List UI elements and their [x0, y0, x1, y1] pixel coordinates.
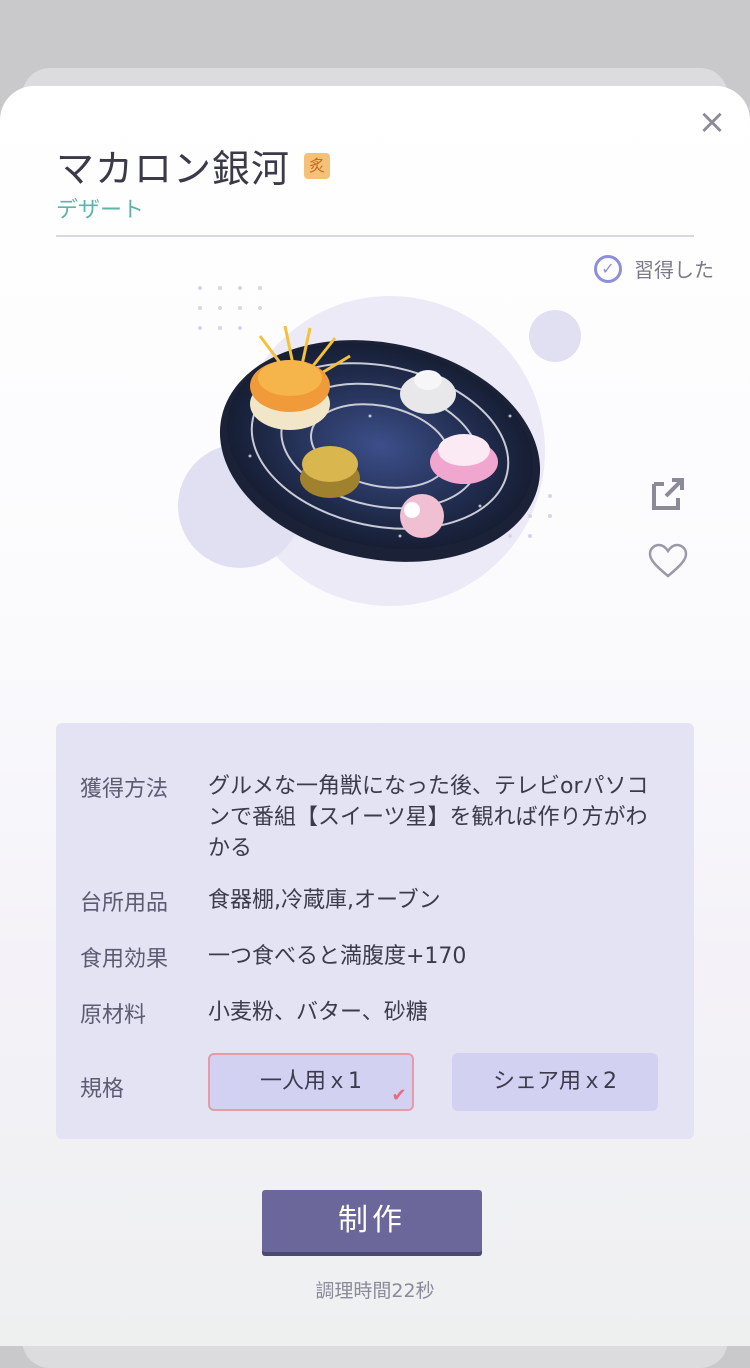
recipe-category: デザート: [56, 198, 145, 223]
title-row: マカロン銀河 炙: [56, 138, 331, 193]
info-row-acquisition: 獲得方法 グルメな一角獣になった後、テレビorパソコンで番組【スイーツ星】を観れ…: [80, 771, 668, 864]
spec-option-label: シェア用ｘ2: [493, 1069, 617, 1094]
info-label: 原材料: [80, 1003, 147, 1028]
info-value: グルメな一角獣になった後、テレビorパソコンで番組【スイーツ星】を観れば作り方が…: [208, 774, 649, 861]
info-row-kitchenware: 台所用品 食器棚,冷蔵庫,オーブン: [80, 885, 668, 917]
spec-option-share[interactable]: シェア用ｘ2: [452, 1053, 658, 1111]
close-icon[interactable]: ×: [696, 105, 728, 139]
info-label: 獲得方法: [80, 777, 169, 802]
recipe-detail-sheet: × マカロン銀河 炙 デザート ✓ 習得した 獲得方法 グルメな一角獣になった後…: [0, 86, 750, 1346]
learned-status: ✓ 習得した: [594, 254, 714, 283]
share-icon[interactable]: [648, 474, 688, 514]
info-label: 台所用品: [80, 891, 169, 916]
info-label: 食用効果: [80, 947, 169, 972]
info-value: 食器棚,冷蔵庫,オーブン: [208, 888, 441, 913]
info-row-ingredients: 原材料 小麦粉、バター、砂糖: [80, 997, 668, 1029]
learned-label: 習得した: [634, 258, 714, 282]
cooking-method-badge: 炙: [304, 152, 331, 179]
info-value: 一つ食べると満腹度+170: [208, 944, 467, 969]
recipe-title: マカロン銀河: [56, 147, 291, 191]
dish-illustration: [178, 286, 581, 606]
divider: [56, 235, 694, 237]
checkmark-icon: ✔: [391, 1085, 407, 1106]
cooking-time: 調理時間22秒: [315, 1280, 435, 1302]
spec-option-single[interactable]: 一人用ｘ1 ✔: [208, 1053, 414, 1111]
recipe-info-panel: 獲得方法 グルメな一角獣になった後、テレビorパソコンで番組【スイーツ星】を観れ…: [56, 723, 694, 1139]
spec-label: 規格: [80, 1077, 125, 1102]
info-value: 小麦粉、バター、砂糖: [208, 1000, 428, 1025]
spec-option-label: 一人用ｘ1: [260, 1069, 362, 1094]
make-button[interactable]: 制作: [262, 1190, 482, 1252]
info-row-effect: 食用効果 一つ食べると満腹度+170: [80, 941, 668, 973]
heart-icon[interactable]: [648, 542, 688, 582]
